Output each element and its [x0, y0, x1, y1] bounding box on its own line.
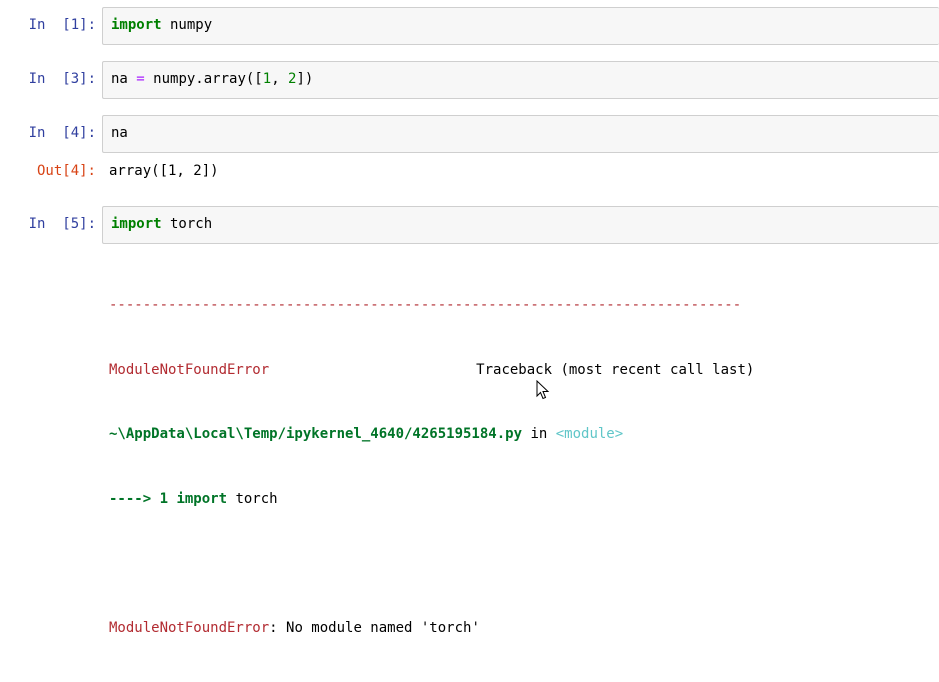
error-name: ModuleNotFoundError [109, 619, 270, 636]
code-input[interactable]: na [102, 115, 939, 153]
code-rest: numpy [161, 17, 213, 33]
traceback-separator: ----------------------------------------… [109, 297, 742, 313]
code-input[interactable]: import torch [102, 206, 939, 244]
code-text: import torch [111, 216, 212, 232]
cell-3: In [4]: na Out[4]: array([1, 2]) [0, 115, 939, 195]
arrow: ----> 1 [109, 490, 177, 507]
code-part: , [271, 71, 289, 87]
output-text: array([1, 2]) [109, 163, 219, 179]
final-error: ModuleNotFoundError: No module named 'to… [109, 618, 754, 640]
code-input[interactable]: import numpy [102, 7, 939, 45]
code-part: numpy.array([ [144, 71, 263, 87]
code-text: na [111, 125, 128, 141]
keyword: import [111, 17, 162, 33]
input-prompt: In [4]: [28, 125, 96, 141]
input-prompt: In [1]: [28, 17, 96, 33]
error-name: ModuleNotFoundError [109, 361, 270, 378]
traceback-location: ~\AppData\Local\Temp/ipykernel_4640/4265… [109, 424, 754, 446]
keyword: import [111, 216, 162, 232]
cell-4: In [5]: import torch -------------------… [0, 206, 939, 636]
number: 1 [262, 71, 272, 87]
input-prompt: In [5]: [28, 216, 96, 232]
in-word: in [522, 426, 556, 442]
code-input[interactable]: na = numpy.array([1, 2]) [102, 61, 939, 99]
module-label: <module> [555, 426, 624, 442]
code-rest: torch [227, 490, 278, 507]
code-text: import numpy [111, 17, 212, 33]
code-text: na = numpy.array([1, 2]) [111, 71, 313, 87]
traceback-arrow-line: ----> 1 import torch [109, 489, 754, 511]
code-rest: torch [161, 216, 213, 232]
code-part: ]) [296, 71, 314, 87]
cell-1: In [1]: import numpy [0, 7, 939, 45]
keyword: import [176, 490, 228, 507]
output-prompt: Out[4]: [36, 163, 96, 179]
code-part: na [111, 71, 137, 87]
traceback-label: Traceback (most recent call last) [476, 361, 755, 378]
file-path: ~\AppData\Local\Temp/ipykernel_4640/4265… [109, 426, 523, 442]
traceback-header: ModuleNotFoundError Traceback (most recen… [109, 360, 754, 382]
traceback-output: ----------------------------------------… [109, 252, 754, 682]
cell-2: In [3]: na = numpy.array([1, 2]) [0, 61, 939, 99]
mouse-cursor-icon [536, 380, 550, 400]
input-prompt: In [3]: [28, 71, 96, 87]
operator: = [136, 71, 145, 87]
error-message: : No module named 'torch' [269, 619, 480, 636]
